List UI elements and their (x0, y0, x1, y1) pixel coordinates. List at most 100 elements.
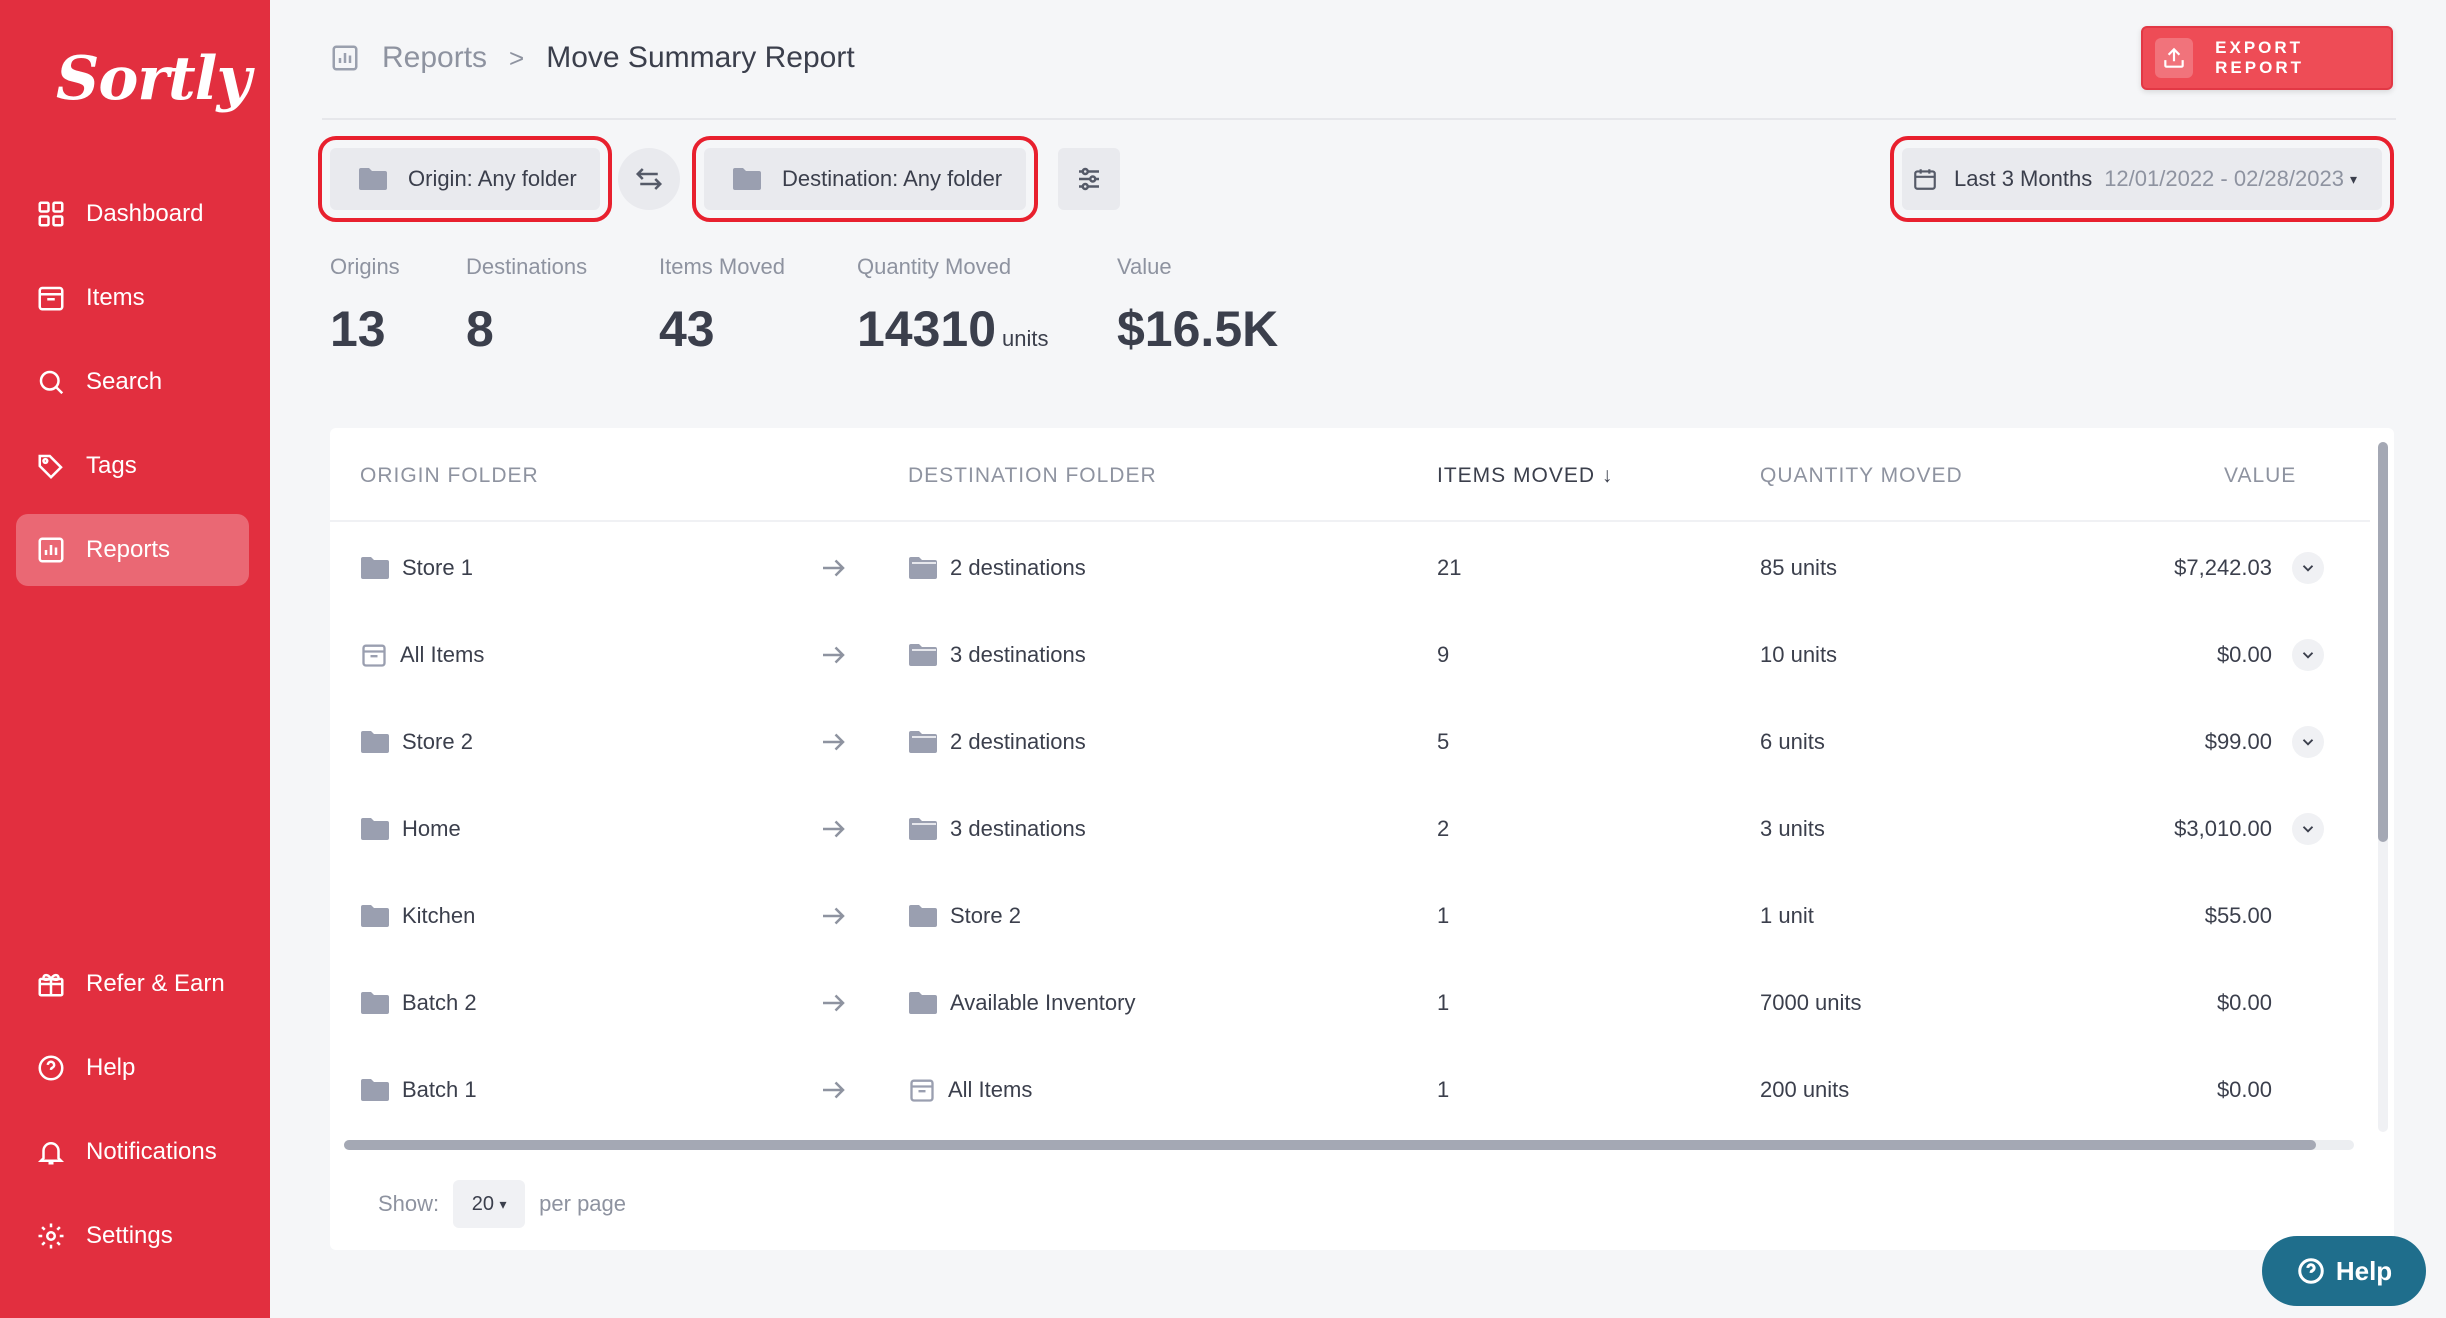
folders-icon (909, 730, 937, 753)
destination-cell: All Items (908, 1046, 1032, 1133)
breadcrumb-reports-link[interactable]: Reports (382, 41, 487, 75)
vertical-scrollbar-thumb[interactable] (2378, 442, 2388, 842)
stat-label: Quantity Moved (857, 254, 1012, 279)
table-row[interactable]: Batch 1 All Items 1 200 units $0.00 (330, 1046, 2370, 1133)
table-row[interactable]: Kitchen Store 2 1 1 unit $55.00 (330, 872, 2370, 959)
folder-icon (361, 991, 389, 1014)
column-header-origin[interactable]: ORIGIN FOLDER (360, 464, 539, 488)
stat-value: 14310 units (857, 300, 1049, 358)
column-header-value[interactable]: VALUE (2224, 464, 2296, 488)
stat-value: 8 (466, 301, 494, 357)
help-chat-button[interactable]: Help (2262, 1236, 2426, 1306)
quantity-moved-cell: 3 units (1760, 815, 1825, 841)
folder-icon (361, 1078, 389, 1101)
move-arrow (818, 1046, 848, 1133)
folder-icon (733, 168, 761, 190)
origin-cell: Home (360, 785, 461, 872)
sidebar-item-reports[interactable]: Reports (16, 514, 249, 586)
items-moved-cell: 2 (1437, 815, 1450, 841)
date-range-filter[interactable]: Last 3 Months 12/01/2022 - 02/28/2023 ▾ (1890, 136, 2394, 222)
move-arrow (818, 785, 848, 872)
arrow-right-icon (823, 1081, 845, 1098)
date-range-label: 12/01/2022 - 02/28/2023 (2104, 166, 2344, 191)
destination-cell: 3 destinations (908, 785, 1086, 872)
filter-settings-button[interactable] (1058, 148, 1120, 210)
sidebar-item-dashboard[interactable]: Dashboard (16, 178, 249, 250)
sidebar-item-tags[interactable]: Tags (16, 430, 249, 502)
chevron-down-icon (2299, 820, 2317, 838)
column-header-items-moved[interactable]: ITEMS MOVED ↓ (1437, 464, 1613, 488)
table-row[interactable]: Store 1 2 destinations 21 85 units $7,242.03 (330, 524, 2370, 611)
column-header-destination[interactable]: DESTINATION FOLDER (908, 464, 1157, 488)
per-page-select[interactable]: 20 ▾ (453, 1180, 526, 1228)
stat-value: 43 (659, 301, 715, 357)
stat-value: $16.5K (1117, 301, 1279, 357)
stat-origins: Origins 13 (330, 254, 400, 358)
destination-name: All Items (948, 1076, 1033, 1102)
origin-cell: Store 1 (360, 524, 473, 611)
column-header-quantity-moved[interactable]: QUANTITY MOVED (1760, 464, 1963, 488)
caret-down-icon: ▾ (499, 1195, 507, 1212)
stat-items-moved: Items Moved 43 (659, 254, 785, 358)
expand-row-button[interactable] (2292, 726, 2324, 758)
per-page-value: 20 (471, 1192, 494, 1215)
stat-number: 14310 (857, 301, 997, 357)
breadcrumb-separator: > (509, 42, 525, 73)
arrow-right-icon (823, 994, 845, 1011)
folder-icon (361, 904, 389, 927)
destination-name: Available Inventory (950, 989, 1136, 1015)
help-icon (36, 1053, 66, 1083)
sidebar-item-label: Reports (86, 536, 171, 563)
sidebar-item-settings[interactable]: Settings (16, 1200, 249, 1272)
sidebar-item-items[interactable]: Items (16, 262, 249, 334)
expand-row-button[interactable] (2292, 552, 2324, 584)
value-cell: $3,010.00 (2174, 815, 2272, 841)
table-row[interactable]: Batch 2 Available Inventory 1 7000 units $0.… (330, 959, 2370, 1046)
quantity-moved-cell: 6 units (1760, 728, 1825, 754)
origin-folder-filter[interactable]: Origin: Any folder (318, 136, 612, 222)
sidebar-item-search[interactable]: Search (16, 346, 249, 418)
bell-icon (36, 1137, 66, 1167)
origin-name: Home (402, 815, 461, 841)
stat-value-total: Value $16.5K (1117, 254, 1278, 358)
breadcrumb: Reports > Move Summary Report (330, 34, 855, 82)
expand-row-button[interactable] (2292, 813, 2324, 845)
sliders-icon (1079, 167, 1099, 191)
horizontal-scrollbar-thumb[interactable] (344, 1140, 2316, 1150)
arrow-right-icon (823, 646, 845, 663)
folder-icon (361, 730, 389, 753)
header-divider (322, 118, 2396, 120)
upload-icon (2155, 38, 2194, 78)
table-row[interactable]: Store 2 2 destinations 5 6 units $99.00 (330, 698, 2370, 785)
sidebar-item-label: Refer & Earn (86, 970, 225, 997)
swap-origin-destination-button[interactable] (618, 148, 680, 210)
all-items-icon (908, 1076, 936, 1104)
items-moved-cell: 21 (1437, 554, 1462, 580)
destination-folder-filter[interactable]: Destination: Any folder (692, 136, 1038, 222)
sidebar-item-refer-earn[interactable]: Refer & Earn (16, 948, 249, 1020)
destination-cell: Store 2 (908, 872, 1021, 959)
origin-cell: Batch 2 (360, 959, 477, 1046)
folders-icon (909, 817, 937, 840)
vertical-scrollbar[interactable] (2378, 442, 2388, 1132)
sortly-logo[interactable]: Sortly (56, 44, 251, 114)
table-row[interactable]: All Items 3 destinations 9 10 units $0.00 (330, 611, 2370, 698)
sidebar-item-help[interactable]: Help (16, 1032, 249, 1104)
pagination: Show: 20 ▾ per page (378, 1180, 626, 1228)
move-arrow (818, 872, 848, 959)
items-icon (36, 283, 66, 313)
export-report-label: EXPORT REPORT (2215, 38, 2304, 77)
value-cell: $0.00 (2216, 641, 2272, 667)
search-icon (36, 367, 66, 397)
expand-row-button[interactable] (2292, 639, 2324, 671)
destination-name: 2 destinations (950, 728, 1086, 754)
folder-icon (909, 991, 937, 1014)
chevron-down-icon (2299, 559, 2317, 577)
destination-cell: 3 destinations (908, 611, 1086, 698)
value-cell: $0.00 (2216, 1076, 2272, 1102)
sidebar-item-notifications[interactable]: Notifications (16, 1116, 249, 1188)
export-report-button[interactable]: EXPORT REPORT (2141, 26, 2393, 90)
horizontal-scrollbar[interactable] (344, 1140, 2354, 1150)
table-row[interactable]: Home 3 destinations 2 3 units $3,010.00 (330, 785, 2370, 872)
calendar-icon (1912, 166, 1938, 192)
